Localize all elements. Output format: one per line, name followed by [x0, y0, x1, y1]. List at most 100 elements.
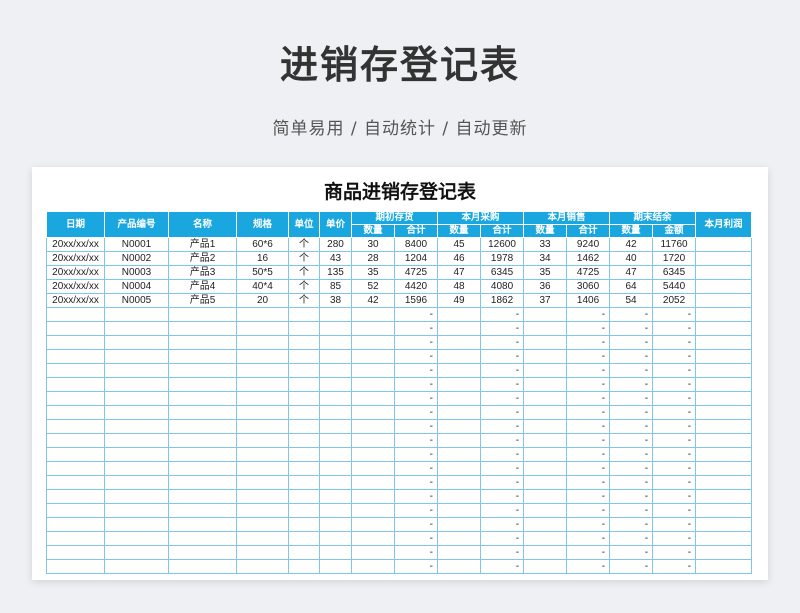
table-cell[interactable]	[351, 461, 395, 476]
table-cell[interactable]: -	[652, 461, 697, 476]
table-cell[interactable]	[695, 545, 753, 560]
table-cell[interactable]: 个	[288, 251, 320, 266]
table-cell[interactable]	[104, 545, 169, 560]
table-cell[interactable]	[523, 405, 568, 420]
table-cell[interactable]: -	[480, 489, 525, 504]
table-cell[interactable]: 35	[351, 265, 395, 280]
table-cell[interactable]	[288, 489, 320, 504]
table-cell[interactable]: 50*5	[236, 265, 289, 280]
table-cell[interactable]	[46, 559, 105, 574]
table-cell[interactable]	[168, 559, 237, 574]
table-cell[interactable]	[46, 489, 105, 504]
table-cell[interactable]: -	[609, 349, 654, 364]
table-cell[interactable]: 产品3	[168, 265, 237, 280]
table-cell[interactable]: 64	[609, 279, 654, 294]
table-cell[interactable]	[168, 391, 237, 406]
table-cell[interactable]: -	[566, 349, 611, 364]
table-cell[interactable]	[104, 349, 169, 364]
table-cell[interactable]	[288, 447, 320, 462]
table-cell[interactable]: -	[652, 475, 697, 490]
table-cell[interactable]: 产品4	[168, 279, 237, 294]
table-cell[interactable]: -	[480, 335, 525, 350]
table-cell[interactable]: 4725	[566, 265, 611, 280]
table-cell[interactable]: -	[393, 307, 439, 322]
table-cell[interactable]	[351, 321, 395, 336]
table-cell[interactable]: -	[609, 391, 654, 406]
table-cell[interactable]: 产品2	[168, 251, 237, 266]
table-cell[interactable]	[351, 307, 395, 322]
table-cell[interactable]	[523, 475, 568, 490]
table-cell[interactable]	[236, 461, 289, 476]
table-cell[interactable]: 12600	[480, 237, 525, 252]
table-cell[interactable]: -	[652, 447, 697, 462]
table-cell[interactable]	[236, 433, 289, 448]
table-cell[interactable]	[319, 447, 352, 462]
table-cell[interactable]	[104, 321, 169, 336]
table-cell[interactable]	[695, 517, 753, 532]
table-cell[interactable]: 2052	[652, 293, 697, 308]
table-cell[interactable]: 35	[523, 265, 568, 280]
table-cell[interactable]: 11760	[652, 237, 697, 252]
table-cell[interactable]: -	[393, 321, 439, 336]
table-cell[interactable]	[168, 419, 237, 434]
table-cell[interactable]: -	[652, 531, 697, 546]
table-cell[interactable]	[168, 433, 237, 448]
table-cell[interactable]	[351, 405, 395, 420]
table-cell[interactable]: -	[480, 391, 525, 406]
table-cell[interactable]: -	[652, 489, 697, 504]
table-cell[interactable]: -	[652, 363, 697, 378]
table-cell[interactable]: 个	[288, 279, 320, 294]
table-cell[interactable]	[288, 335, 320, 350]
table-cell[interactable]: -	[480, 531, 525, 546]
table-cell[interactable]	[168, 447, 237, 462]
table-cell[interactable]	[46, 419, 105, 434]
table-cell[interactable]	[104, 559, 169, 574]
table-cell[interactable]	[351, 475, 395, 490]
table-cell[interactable]: -	[609, 503, 654, 518]
table-cell[interactable]	[236, 419, 289, 434]
table-cell[interactable]: -	[393, 531, 439, 546]
table-cell[interactable]	[46, 447, 105, 462]
table-cell[interactable]: -	[393, 377, 439, 392]
table-cell[interactable]: -	[566, 517, 611, 532]
table-cell[interactable]	[319, 461, 352, 476]
table-cell[interactable]	[319, 419, 352, 434]
table-cell[interactable]: -	[480, 433, 525, 448]
table-cell[interactable]: 个	[288, 237, 320, 252]
table-cell[interactable]	[104, 335, 169, 350]
table-cell[interactable]: -	[480, 447, 525, 462]
table-cell[interactable]	[288, 475, 320, 490]
table-cell[interactable]: -	[393, 503, 439, 518]
table-cell[interactable]	[523, 335, 568, 350]
table-cell[interactable]	[168, 531, 237, 546]
table-cell[interactable]	[168, 377, 237, 392]
table-cell[interactable]	[288, 405, 320, 420]
table-cell[interactable]	[168, 461, 237, 476]
table-cell[interactable]	[236, 475, 289, 490]
table-cell[interactable]	[695, 363, 753, 378]
table-cell[interactable]	[319, 559, 352, 574]
table-cell[interactable]	[236, 517, 289, 532]
table-cell[interactable]	[288, 363, 320, 378]
table-cell[interactable]: -	[609, 307, 654, 322]
table-cell[interactable]	[695, 279, 753, 294]
table-cell[interactable]: -	[566, 419, 611, 434]
table-cell[interactable]	[236, 349, 289, 364]
table-cell[interactable]	[288, 545, 320, 560]
table-cell[interactable]	[695, 293, 753, 308]
table-cell[interactable]: 48	[437, 279, 482, 294]
table-cell[interactable]: -	[609, 335, 654, 350]
table-cell[interactable]: 1406	[566, 293, 611, 308]
table-cell[interactable]	[523, 447, 568, 462]
table-cell[interactable]	[168, 489, 237, 504]
table-cell[interactable]	[695, 377, 753, 392]
table-cell[interactable]	[168, 405, 237, 420]
table-cell[interactable]: -	[393, 559, 439, 574]
table-cell[interactable]	[523, 503, 568, 518]
table-cell[interactable]	[168, 503, 237, 518]
table-cell[interactable]	[46, 461, 105, 476]
table-cell[interactable]	[319, 517, 352, 532]
table-cell[interactable]	[288, 349, 320, 364]
table-cell[interactable]: -	[652, 335, 697, 350]
table-cell[interactable]	[523, 517, 568, 532]
